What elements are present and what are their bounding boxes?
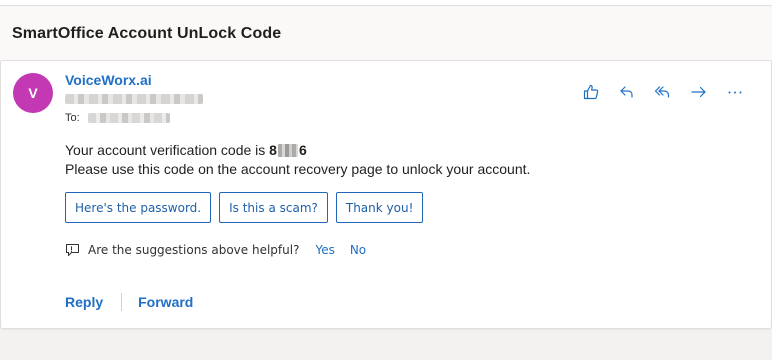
feedback-icon — [66, 244, 79, 256]
reply-actions: Reply Forward — [65, 293, 193, 311]
avatar-initial: V — [28, 85, 38, 101]
verification-code: 86 — [269, 141, 307, 160]
code-start: 8 — [269, 142, 277, 158]
feedback-yes-link[interactable]: Yes — [315, 243, 334, 257]
suggested-reply-scam-button[interactable]: Is this a scam? — [219, 192, 328, 223]
forward-icon[interactable] — [681, 81, 717, 103]
suggestions-feedback: Are the suggestions above helpful? Yes N… — [65, 243, 366, 257]
body-line-1: Your account verification code is 86 — [65, 141, 530, 160]
suggested-reply-password-button[interactable]: Here's the password. — [65, 192, 212, 223]
reply-button[interactable]: Reply — [65, 294, 103, 310]
reply-all-icon[interactable] — [645, 81, 681, 103]
email-subject: SmartOffice Account UnLock Code — [12, 25, 282, 42]
suggested-replies: Here's the password. Is this a scam? Tha… — [65, 192, 424, 223]
redacted-date — [65, 94, 203, 104]
reply-icon[interactable] — [609, 81, 645, 103]
redacted-recipient[interactable] — [87, 113, 170, 123]
forward-button[interactable]: Forward — [138, 294, 193, 310]
code-end: 6 — [298, 142, 307, 158]
subject-bar: SmartOffice Account UnLock Code — [0, 6, 772, 60]
reply-divider — [121, 293, 123, 311]
message-body: Your account verification code is 86 Ple… — [65, 141, 530, 179]
message-actions — [573, 81, 753, 103]
sender-avatar[interactable]: V — [13, 73, 53, 113]
feedback-question: Are the suggestions above helpful? — [88, 243, 300, 257]
redacted-code-digits — [277, 144, 298, 157]
suggested-reply-thanks-button[interactable]: Thank you! — [335, 192, 424, 223]
feedback-no-link[interactable]: No — [350, 243, 366, 257]
code-prefix-text: Your account verification code is — [65, 142, 270, 158]
recipient-row: To: — [65, 112, 170, 124]
to-label: To: — [65, 112, 80, 124]
like-icon[interactable] — [573, 81, 609, 103]
more-icon[interactable] — [717, 81, 753, 103]
sender-name[interactable]: VoiceWorx.ai — [65, 72, 152, 88]
body-line-2: Please use this code on the account reco… — [65, 161, 531, 177]
message-card: V VoiceWorx.ai To: Your account verifica… — [0, 60, 772, 329]
